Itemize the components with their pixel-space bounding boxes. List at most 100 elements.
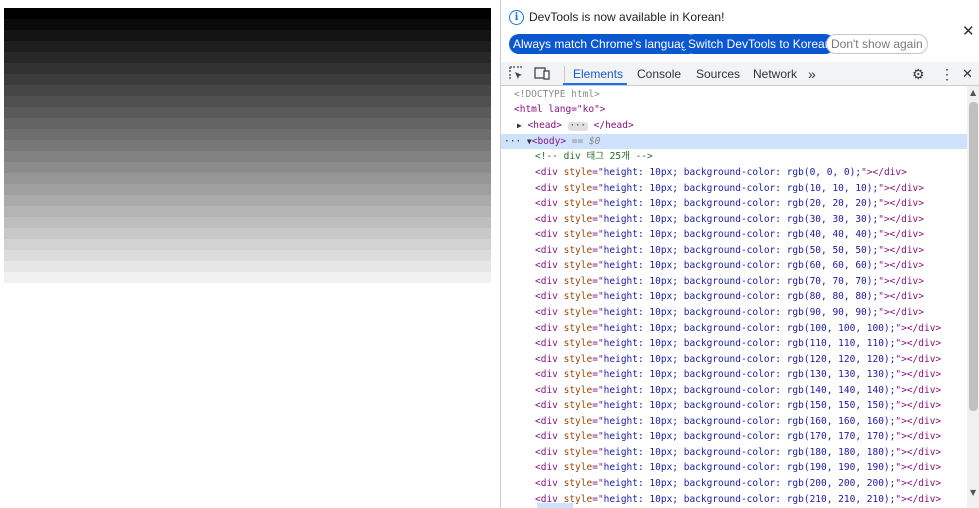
- style-value: height: 10px; background-color: rgb(20, …: [603, 198, 879, 210]
- style-value: height: 10px; background-color: rgb(80, …: [603, 291, 879, 303]
- color-stripe: [4, 206, 491, 217]
- always-match-language-button[interactable]: Always match Chrome's language: [509, 34, 699, 54]
- horizontal-scroll-thumb[interactable]: [537, 503, 573, 508]
- attr-eq: =": [592, 322, 604, 334]
- device-toolbar-icon[interactable]: [534, 66, 550, 85]
- style-value: height: 10px; background-color: rgb(30, …: [603, 213, 879, 225]
- dom-comment[interactable]: <!-- div 태그 25개 -->: [501, 149, 967, 164]
- infobar-close-button[interactable]: ✕: [962, 22, 975, 40]
- div-tag: <div: [535, 384, 564, 396]
- attr-eq: =": [592, 369, 604, 381]
- div-close: "></div>: [895, 338, 942, 350]
- attr-eq: =": [592, 446, 604, 458]
- dom-html-node[interactable]: <html lang="ko">: [501, 102, 967, 117]
- dom-div-node[interactable]: <div style="height: 10px; background-col…: [501, 212, 967, 227]
- dom-div-node[interactable]: <div style="height: 10px; background-col…: [501, 227, 967, 242]
- scroll-down-icon[interactable]: ▼: [970, 488, 976, 497]
- selected-marker: == $0: [571, 136, 601, 147]
- style-attr: style: [563, 400, 593, 412]
- div-close: "></div>: [878, 275, 924, 287]
- color-stripe: [4, 140, 491, 151]
- color-stripe: [4, 118, 491, 129]
- attr-eq: =": [592, 167, 604, 178]
- tab-sources[interactable]: Sources: [696, 62, 740, 86]
- dom-body-node[interactable]: ··· ▼<body> == $0: [501, 134, 967, 149]
- color-stripe: [4, 19, 491, 30]
- dom-div-node[interactable]: <div style="height: 10px; background-col…: [501, 367, 967, 382]
- div-tag: <div: [535, 182, 564, 194]
- dom-div-node[interactable]: <div style="height: 10px; background-col…: [501, 274, 967, 289]
- style-attr: style: [563, 229, 593, 241]
- infobar-message: DevTools is now available in Korean!: [529, 10, 725, 24]
- div-tag: <div: [535, 415, 564, 427]
- color-stripe: [4, 250, 491, 261]
- div-tag: <div: [535, 167, 564, 178]
- div-close: "></div>: [895, 384, 942, 396]
- div-tag: <div: [535, 400, 564, 412]
- attr-eq: =": [592, 478, 604, 489]
- attr-eq: =": [592, 400, 604, 412]
- settings-gear-icon[interactable]: ⚙: [912, 62, 925, 86]
- inspect-element-icon[interactable]: [509, 66, 523, 85]
- switch-devtools-korean-button[interactable]: Switch DevTools to Korean: [684, 34, 836, 54]
- dom-div-node[interactable]: <div style="height: 10px; background-col…: [501, 383, 967, 398]
- dom-div-node[interactable]: <div style="height: 10px; background-col…: [501, 289, 967, 304]
- color-stripe: [4, 41, 491, 52]
- style-attr: style: [563, 462, 593, 474]
- gradient-stripes: [4, 8, 491, 283]
- customize-menu-icon[interactable]: ⋮: [940, 62, 954, 86]
- attr-eq: =": [592, 493, 604, 505]
- dom-head-node[interactable]: ▶ <head> ··· </head>: [501, 118, 967, 133]
- dom-div-node[interactable]: <div style="height: 10px; background-col…: [501, 165, 967, 180]
- color-stripe: [4, 129, 491, 140]
- attr-eq: =": [592, 213, 604, 225]
- color-stripe: [4, 173, 491, 184]
- dom-div-node[interactable]: <div style="height: 10px; background-col…: [501, 460, 967, 475]
- style-value: height: 10px; background-color: rgb(170,…: [603, 431, 896, 443]
- dom-div-node[interactable]: <div style="height: 10px; background-col…: [501, 243, 967, 258]
- dom-div-node[interactable]: <div style="height: 10px; background-col…: [501, 429, 967, 444]
- dom-div-node[interactable]: <div style="height: 10px; background-col…: [501, 196, 967, 211]
- style-attr: style: [563, 182, 593, 194]
- style-value: height: 10px; background-color: rgb(110,…: [603, 338, 896, 350]
- dom-div-node[interactable]: <div style="height: 10px; background-col…: [501, 476, 967, 491]
- div-tag: <div: [535, 353, 564, 365]
- dom-div-node[interactable]: <div style="height: 10px; background-col…: [501, 398, 967, 413]
- color-stripe: [4, 30, 491, 41]
- collapsed-dots[interactable]: ···: [567, 122, 588, 131]
- style-attr: style: [563, 384, 593, 396]
- vertical-scrollbar[interactable]: ▲ ▼: [967, 86, 979, 508]
- color-stripe: [4, 63, 491, 74]
- dom-div-node[interactable]: <div style="height: 10px; background-col…: [501, 258, 967, 273]
- dom-div-node[interactable]: <div style="height: 10px; background-col…: [501, 321, 967, 336]
- row-actions-dots[interactable]: ···: [504, 136, 521, 147]
- div-close: "></div>: [895, 446, 942, 458]
- style-value: height: 10px; background-color: rgb(0, 0…: [603, 167, 862, 178]
- tab-console[interactable]: Console: [637, 62, 681, 86]
- attr-eq: =": [592, 291, 604, 303]
- more-tabs-icon[interactable]: »: [808, 62, 816, 86]
- dom-div-node[interactable]: <div style="height: 10px; background-col…: [501, 352, 967, 367]
- scroll-up-icon[interactable]: ▲: [970, 88, 976, 97]
- dom-div-node[interactable]: <div style="height: 10px; background-col…: [501, 414, 967, 429]
- dom-doctype[interactable]: <!DOCTYPE html>: [501, 87, 967, 102]
- tab-network[interactable]: Network: [753, 62, 797, 86]
- expand-triangle-icon[interactable]: ▶: [517, 121, 522, 130]
- dom-div-node[interactable]: <div style="height: 10px; background-col…: [501, 305, 967, 320]
- dom-div-node[interactable]: <div style="height: 10px; background-col…: [501, 445, 967, 460]
- div-close: "></div>: [895, 353, 942, 365]
- div-tag: <div: [535, 275, 564, 287]
- dom-div-node[interactable]: <div style="height: 10px; background-col…: [501, 336, 967, 351]
- dont-show-again-button[interactable]: Don't show again: [826, 34, 928, 54]
- style-value: height: 10px; background-color: rgb(40, …: [603, 229, 879, 241]
- color-stripe: [4, 184, 491, 195]
- color-stripe: [4, 151, 491, 162]
- dom-div-node[interactable]: <div style="height: 10px; background-col…: [501, 181, 967, 196]
- scroll-thumb[interactable]: [969, 102, 978, 411]
- style-attr: style: [563, 213, 593, 225]
- style-attr: style: [563, 431, 593, 443]
- div-close: "></div>: [878, 244, 924, 256]
- style-value: height: 10px; background-color: rgb(10, …: [603, 182, 879, 194]
- attr-eq: =": [592, 182, 604, 194]
- close-devtools-icon[interactable]: ✕: [962, 62, 973, 86]
